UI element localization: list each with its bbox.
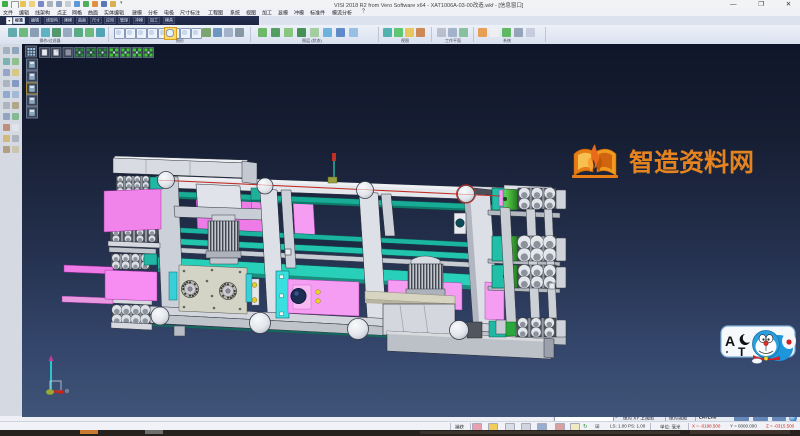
svg-text:智造资料网: 智造资料网 (629, 148, 754, 177)
svg-text:T: T (738, 345, 746, 359)
svg-text:A: A (725, 333, 735, 349)
